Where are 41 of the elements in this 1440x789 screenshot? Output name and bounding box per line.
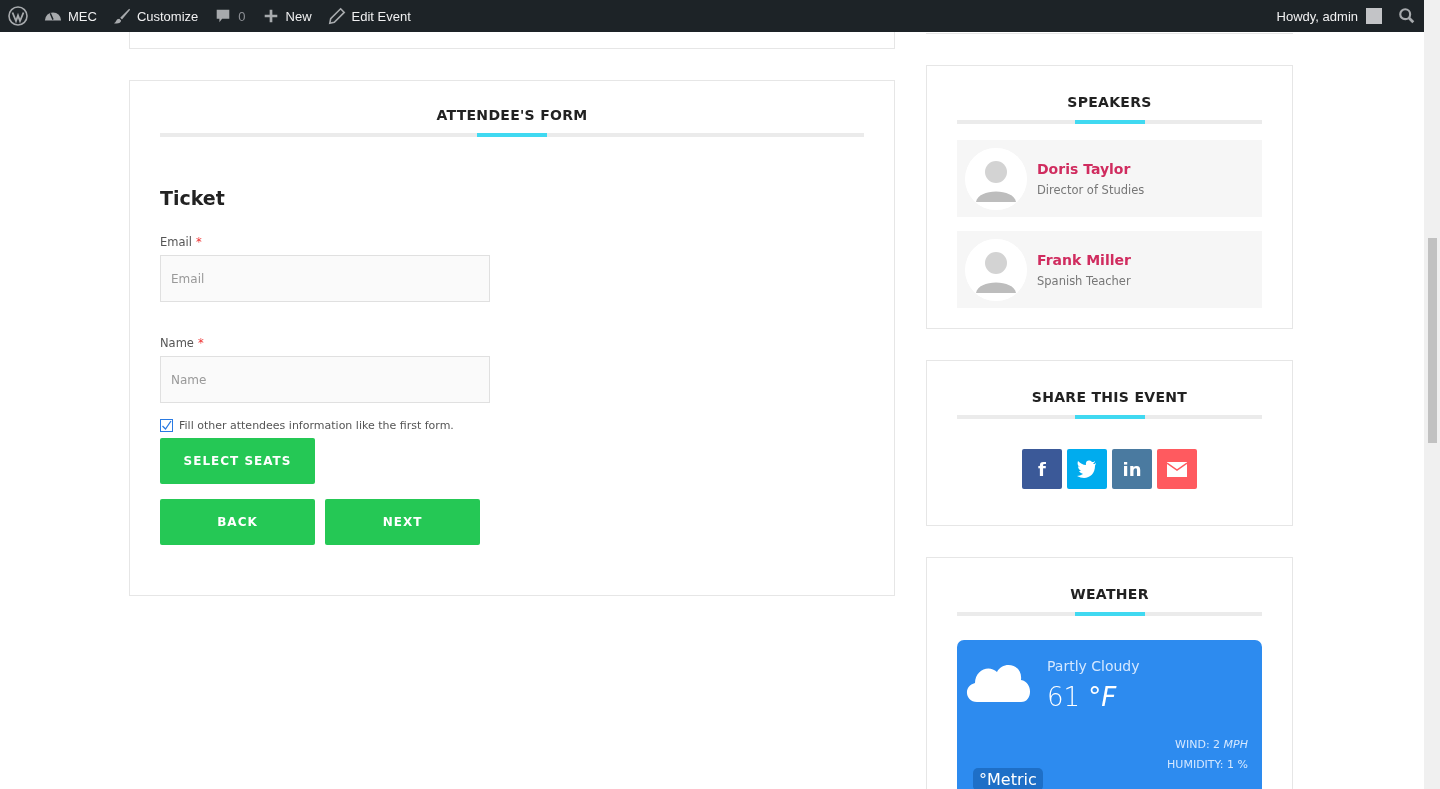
field-label: Name * <box>160 336 205 350</box>
linkedin-glyph-icon: in <box>1122 458 1142 480</box>
input-field[interactable]: Email <box>160 255 490 302</box>
brush-icon <box>112 7 131 25</box>
avatar-icon <box>1366 8 1382 24</box>
field-label: Email * <box>160 235 203 249</box>
speaker-item[interactable]: Doris Taylor Director of Studies <box>957 140 1262 217</box>
toolbar-link[interactable]: 0 <box>214 7 246 25</box>
section-title: ATTENDEE'S FORM <box>435 107 589 123</box>
search-icon[interactable] <box>1398 7 1416 25</box>
speaker-role: Director of Studies <box>1037 182 1145 197</box>
section-title: SHARE THIS EVENT <box>1030 389 1189 405</box>
envelope-icon <box>1167 461 1187 477</box>
section-title: WEATHER <box>1069 586 1150 602</box>
toolbar-link[interactable]: Edit Event <box>327 7 411 25</box>
facebook-glyph-icon: f <box>1038 458 1046 480</box>
pencil-icon <box>327 7 346 25</box>
share-button[interactable]: in <box>1112 449 1152 489</box>
humidity-reading: HUMIDITY: 1 % <box>1167 758 1248 771</box>
toolbar-link[interactable]: MEC <box>44 7 97 25</box>
wind-reading: WIND: 2 MPH <box>1174 738 1248 751</box>
speaker-role: Spanish Teacher <box>1037 273 1131 288</box>
speaker-name[interactable]: Frank Miller <box>1037 251 1131 268</box>
unit-toggle-button[interactable]: °Metric <box>973 768 1043 789</box>
share-button[interactable] <box>1157 449 1197 489</box>
share-button[interactable] <box>1067 449 1107 489</box>
temperature-reading: 61 °F <box>1047 682 1118 712</box>
share-button[interactable]: f <box>1022 449 1062 489</box>
section-title: SPEAKERS <box>1066 94 1153 110</box>
checkbox[interactable] <box>160 419 173 432</box>
speaker-item[interactable]: Frank Miller Spanish Teacher <box>957 231 1262 308</box>
speaker-name[interactable]: Doris Taylor <box>1037 160 1145 177</box>
checkbox-label: Fill other attendees information like the first form. <box>179 419 454 432</box>
wordpress-logo-icon[interactable] <box>8 6 28 26</box>
toolbar-link[interactable]: New <box>261 7 312 25</box>
ticket-heading: Ticket <box>160 187 226 209</box>
input-field[interactable]: Name <box>160 356 490 403</box>
bird-icon <box>1077 460 1097 478</box>
toolbar-link[interactable]: Customize <box>112 7 199 25</box>
weather-condition: Partly Cloudy <box>1047 658 1140 674</box>
greeting-text[interactable]: Howdy, admin <box>1276 8 1358 24</box>
